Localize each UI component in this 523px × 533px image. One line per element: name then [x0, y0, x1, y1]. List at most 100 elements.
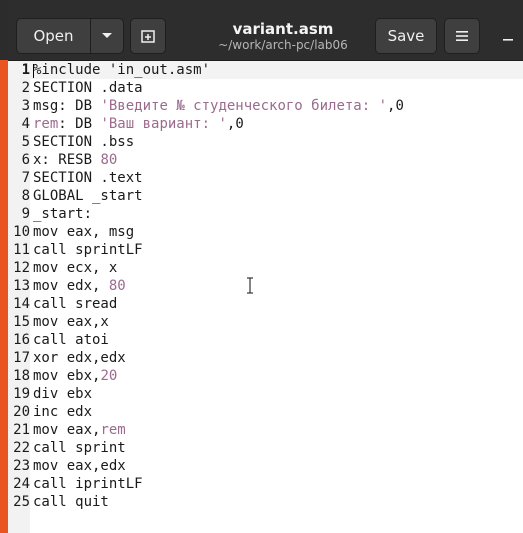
line-text: mov ecx, x [33, 259, 117, 277]
code-line[interactable]: 6 x: RESB 80 [8, 151, 523, 169]
code-token: call atoi [33, 332, 109, 348]
code-line[interactable]: 15 mov eax,x [8, 313, 523, 331]
line-text: mov edx, 80 [33, 277, 126, 295]
code-line[interactable]: 23 mov eax,edx [8, 457, 523, 475]
code-token: call quit [33, 494, 109, 510]
line-number: 7 [21, 170, 30, 186]
save-button-label: Save [387, 27, 425, 45]
line-text: SECTION .text [33, 169, 143, 187]
code-line[interactable]: 18 mov ebx,20 [8, 367, 523, 385]
code-line[interactable]: 20 inc edx [8, 403, 523, 421]
code-line[interactable]: 19 div ebx [8, 385, 523, 403]
code-line[interactable]: 11 call sprintLF [8, 241, 523, 259]
save-button[interactable]: Save [375, 18, 437, 54]
code-token: rem [100, 422, 126, 438]
line-number: 4 [21, 116, 30, 132]
line-number: 6 [21, 152, 30, 168]
line-number: 5 [21, 134, 30, 150]
code-line[interactable]: 2 SECTION .data [8, 79, 523, 97]
code-token: 'Ваш вариант: ' [100, 116, 227, 132]
line-number: 23 [13, 458, 30, 474]
code-line[interactable]: 21 mov eax,rem [8, 421, 523, 439]
line-number: 13 [13, 278, 30, 294]
code-line[interactable]: 24 call iprintLF [8, 475, 523, 493]
code-line[interactable]: 5 SECTION .bss [8, 133, 523, 151]
code-token: call sread [33, 296, 118, 312]
code-line[interactable]: 8 GLOBAL _start [8, 187, 523, 205]
open-button[interactable]: Open [16, 18, 90, 54]
code-line[interactable]: 16 call atoi [8, 331, 523, 349]
window-subtitle: ~/work/arch-pc/lab06 [218, 38, 348, 52]
code-token: mov eax, [33, 422, 101, 438]
code-line[interactable]: 13 mov edx, 80 [8, 277, 523, 295]
code-token: 20 [100, 368, 118, 384]
code-token: div ebx [33, 386, 93, 402]
line-text: %include 'in_out.asm' [33, 61, 210, 79]
line-number: 1 [21, 62, 30, 78]
code-token: call sprint [33, 440, 126, 456]
code-line[interactable]: 4 rem: DB 'Ваш вариант: ',0 [8, 115, 523, 133]
line-text: mov eax,rem [33, 421, 126, 439]
code-line[interactable]: 17 xor edx,edx [8, 349, 523, 367]
code-line[interactable]: 25 call quit [8, 493, 523, 511]
code-token: inc edx [33, 404, 93, 420]
code-line[interactable]: 14 call sread [8, 295, 523, 313]
line-text: _start: [33, 205, 92, 223]
line-text: div ebx [33, 385, 92, 403]
chevron-down-icon [102, 33, 112, 38]
line-number: 22 [13, 440, 30, 456]
code-token: xor edx,edx [33, 350, 126, 366]
line-number: 10 [13, 224, 30, 240]
hamburger-menu-icon [456, 31, 468, 41]
open-button-group: Open [16, 18, 124, 54]
header-bar: Open variant.asm ~/work/arch-pc/lab06 Sa… [8, 0, 523, 61]
line-number: 9 [21, 206, 30, 222]
line-text: call atoi [33, 331, 109, 349]
code-line[interactable]: 9 _start: [8, 205, 523, 223]
code-token: call sprintLF [33, 242, 143, 258]
new-tab-button[interactable] [130, 18, 166, 54]
line-number: 24 [13, 476, 30, 492]
line-text: mov ebx,20 [33, 367, 117, 385]
line-number: 14 [13, 296, 30, 312]
code-token: ,0 [226, 116, 244, 132]
menu-button[interactable] [444, 18, 480, 54]
code-token: mov ecx, x [33, 260, 118, 276]
text-cursor-ibeam-icon [247, 277, 253, 294]
code-line[interactable]: 3 msg: DB 'Введите № студенческого билета… [8, 97, 523, 115]
code-token: _start: [33, 206, 93, 222]
code-line[interactable]: 22 call sprint [8, 439, 523, 457]
new-tab-icon [141, 30, 155, 43]
code-line[interactable]: 12 mov ecx, x [8, 259, 523, 277]
code-lines: 1 %include 'in_out.asm' 2 SECTION .data 3 msg… [8, 61, 523, 511]
code-editor[interactable]: 1 %include 'in_out.asm' 2 SECTION .data 3 msg… [8, 61, 523, 533]
line-text: mov eax,edx [33, 457, 126, 475]
line-number: 3 [21, 98, 30, 114]
line-number: 20 [13, 404, 30, 420]
minimize-button[interactable] [498, 22, 518, 50]
line-number: 11 [13, 242, 30, 258]
code-token: mov eax,x [33, 314, 109, 330]
window-title: variant.asm [232, 20, 334, 38]
minimize-icon [503, 39, 513, 41]
code-token: call iprintLF [33, 476, 143, 492]
line-number: 8 [21, 188, 30, 204]
line-text: x: RESB 80 [33, 151, 117, 169]
open-dropdown-button[interactable] [90, 18, 124, 54]
code-line[interactable]: 10 mov eax, msg [8, 223, 523, 241]
line-number: 19 [13, 386, 30, 402]
code-token: mov eax, msg [33, 224, 135, 240]
line-number: 12 [13, 260, 30, 276]
code-line[interactable]: 7 SECTION .text [8, 169, 523, 187]
line-text: rem: DB 'Ваш вариант: ',0 [33, 115, 244, 133]
line-number: 2 [21, 80, 30, 96]
code-line[interactable]: 1 %include 'in_out.asm' [8, 61, 523, 79]
text-editor-window: Open variant.asm ~/work/arch-pc/lab06 Sa… [8, 0, 523, 533]
code-token: SECTION .data [33, 80, 143, 96]
line-number: 18 [13, 368, 30, 384]
code-token: msg: DB [33, 98, 101, 114]
line-number: 16 [13, 332, 30, 348]
code-token: mov eax,edx [33, 458, 126, 474]
code-token: : DB [58, 116, 101, 132]
code-token: mov edx, [33, 278, 109, 294]
